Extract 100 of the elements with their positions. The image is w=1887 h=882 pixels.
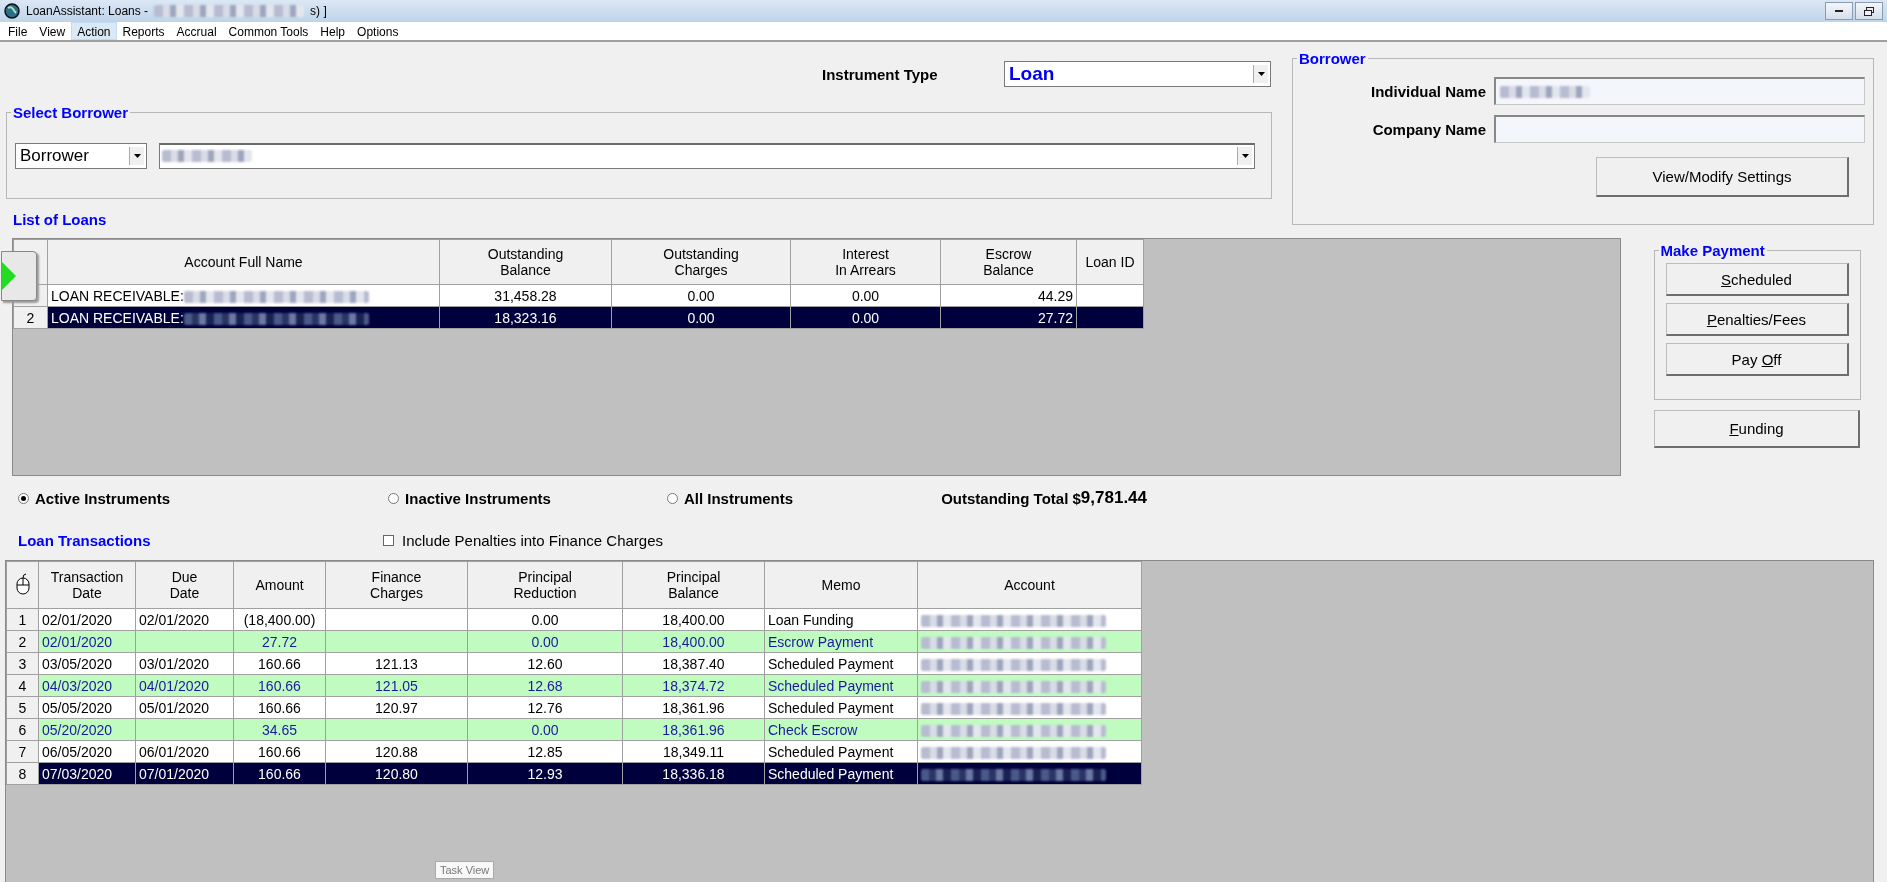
radio-label[interactable]: Active Instruments [35,489,171,507]
table-cell: Scheduled Payment [764,696,918,719]
menu-item[interactable]: Action [71,22,117,40]
window-title: LoanAssistant: Loans - [26,4,149,18]
field-label: Instrument Type [822,65,939,83]
row-number: 2 [6,630,39,653]
table-row[interactable]: 8 07/03/2020 07/01/2020 160.66 120.80 12.93 18,336.18 Scheduled Payment [6,762,1142,785]
table-row[interactable]: 6 05/20/2020 34.65 0.00 18,361.96 Check Escrow [6,718,1142,741]
table-row[interactable]: LOAN RECEIVABLE: 31,458.28 0.00 0.00 44.29 [13,284,1144,307]
dropdown-arrow-icon [1257,72,1265,76]
menu-item[interactable]: Common Tools [222,22,315,40]
table-cell: 121.05 [325,674,468,697]
table-cell: 0.00 [611,284,791,307]
table-cell: 18,336.18 [622,762,765,785]
total-value: 9,781.44 [1080,488,1148,508]
table-cell: 0.00 [790,306,941,329]
column-header[interactable]: Amount [233,561,326,609]
table-cell: 02/01/2020 [38,608,136,631]
table-cell: 06/01/2020 [135,740,234,763]
row-number: 1 [6,608,39,631]
column-header[interactable]: Escrow Balance [940,239,1077,285]
table-cell: 18,349.11 [622,740,765,763]
menu-item[interactable]: Reports [116,22,171,40]
column-header[interactable]: Account [917,561,1142,609]
table-cell: 12.60 [467,652,623,675]
triangle-icon [2,262,16,290]
column-header[interactable]: Due Date [135,561,234,609]
column-header[interactable]: Outstanding Charges [611,239,791,285]
column-header[interactable]: Transaction Date [38,561,136,609]
table-cell: 06/05/2020 [38,740,136,763]
table-cell: 0.00 [790,284,941,307]
table-row[interactable]: 4 04/03/2020 04/01/2020 160.66 121.05 12.68 18,374.72 Scheduled Payment [6,674,1142,697]
column-header[interactable]: Loan ID [1076,239,1144,285]
borrower-dropdown[interactable] [159,142,1255,169]
row-number: 4 [6,674,39,697]
instrument-type-dropdown[interactable]: Loan [1004,61,1271,87]
total-label: Outstanding Total $ [941,489,1081,507]
view-modify-settings-button[interactable]: View/Modify Settings [1596,157,1849,197]
table-row[interactable]: 2 02/01/2020 27.72 0.00 18,400.00 Escrow Payment [6,630,1142,653]
globe-icon [4,3,20,19]
table-cell: 02/01/2020 [135,608,234,631]
window-title-suffix: s) ] [310,4,327,18]
table-row[interactable]: 5 05/05/2020 05/01/2020 160.66 120.97 12.76 18,361.96 Scheduled Payment [6,696,1142,719]
table-cell [1076,284,1144,307]
funding-button[interactable]: Funding [1654,410,1860,448]
row-number: 6 [6,718,39,741]
table-cell: 31,458.28 [439,284,612,307]
radio-label[interactable]: All Instruments [683,489,794,507]
payment-button[interactable]: Pay Off [1665,343,1849,376]
column-header[interactable]: Interest In Arrears [790,239,941,285]
column-header[interactable]: Principal Balance [622,561,765,609]
menu-item[interactable]: View [33,22,72,40]
dropdown-arrow-icon [133,153,141,158]
borrower-type-dropdown[interactable]: Borrower [15,142,147,169]
table-cell: Escrow Payment [764,630,918,653]
table-cell: 03/05/2020 [38,652,136,675]
menu-item[interactable]: Options [351,22,405,40]
table-row[interactable]: 3 03/05/2020 03/01/2020 160.66 121.13 12.60 18,387.40 Scheduled Payment [6,652,1142,675]
row-number: 3 [6,652,39,675]
group-title: Make Payment [1659,242,1766,259]
row-number: 5 [6,696,39,719]
table-cell: Loan Funding [764,608,918,631]
column-header[interactable]: Principal Reduction [467,561,623,609]
menu-item[interactable]: Help [314,22,352,40]
table-cell: 05/01/2020 [135,696,234,719]
table-row[interactable]: 2 LOAN RECEIVABLE: 18,323.16 0.00 0.00 27.72 [13,306,1144,329]
table-cell: 05/05/2020 [38,696,136,719]
menu-item[interactable]: File [2,22,34,40]
column-header[interactable]: Account Full Name [47,239,440,285]
include-penalties-checkbox[interactable]: Include Penalties into Finance Charges [383,531,663,549]
table-cell: 120.97 [325,696,468,719]
payment-button[interactable]: Penalties/Fees [1665,303,1849,336]
radio-button[interactable] [666,492,678,504]
table-cell: Scheduled Payment [764,762,918,785]
table-cell: 160.66 [233,740,326,763]
table-cell: 03/01/2020 [135,652,234,675]
table-cell: 0.00 [467,630,623,653]
expand-handle[interactable] [1,251,37,301]
field-label: Individual Name [1369,82,1486,100]
radio-label[interactable]: Inactive Instruments [405,489,551,507]
radio-button[interactable] [18,492,29,504]
input-field[interactable] [1494,77,1865,105]
input-field[interactable] [1494,115,1865,143]
table-row[interactable]: 1 02/01/2020 02/01/2020 (18,400.00) 0.00 18,400.00 Loan Funding [6,608,1142,631]
menu-item[interactable]: Accrual [170,22,223,40]
column-header[interactable]: Memo [764,561,918,609]
restore-icon [1864,6,1874,16]
table-cell: 12.93 [467,762,623,785]
table-cell: 27.72 [940,306,1077,329]
table-row[interactable]: 7 06/05/2020 06/01/2020 160.66 120.88 12.85 18,349.11 Scheduled Payment [6,740,1142,763]
restore-button[interactable] [1855,2,1883,20]
minimize-button[interactable] [1825,2,1853,20]
column-header[interactable]: Finance Charges [325,561,468,609]
table-cell: 160.66 [233,652,326,675]
column-header[interactable]: Outstanding Balance [439,239,612,285]
table-cell: 0.00 [467,718,623,741]
table-cell: 12.68 [467,674,623,697]
table-cell: 0.00 [611,306,791,329]
payment-button[interactable]: Scheduled [1665,263,1849,296]
radio-button[interactable] [388,492,400,504]
